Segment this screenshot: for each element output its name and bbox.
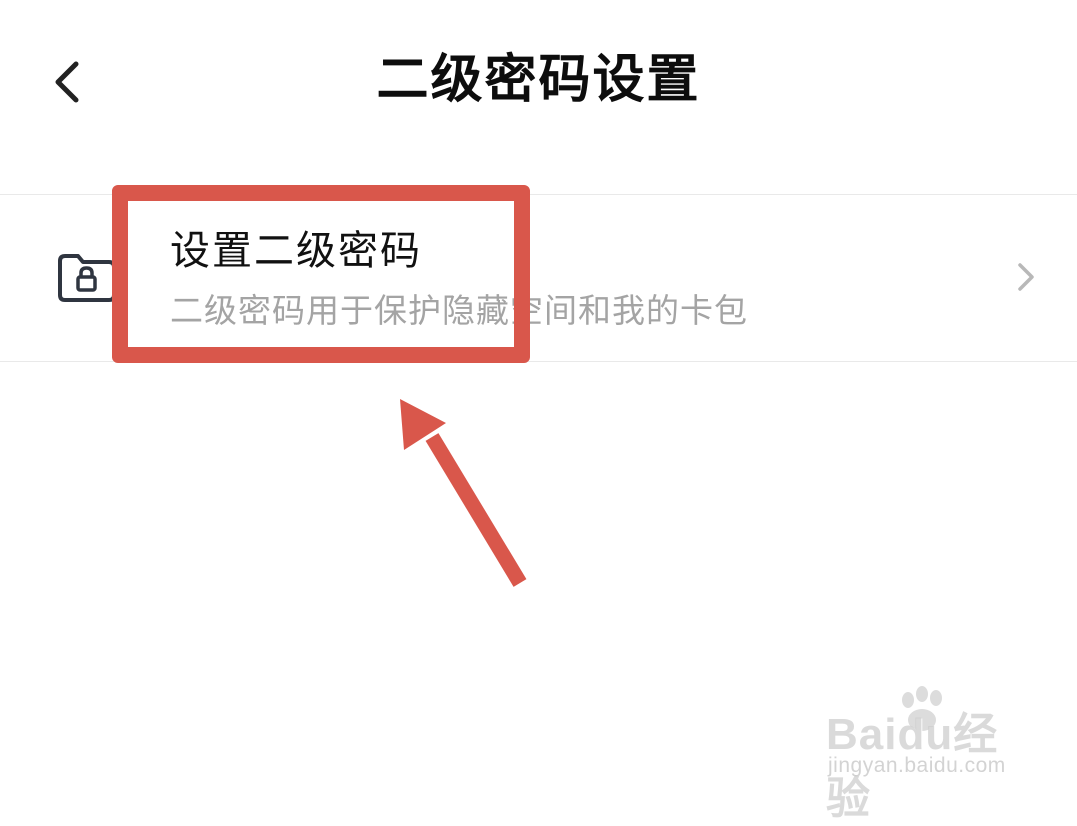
- divider-bottom: [0, 361, 1077, 362]
- watermark-url: jingyan.baidu.com: [828, 754, 1006, 777]
- set-secondary-password-item[interactable]: 设置二级密码 二级密码用于保护隐藏空间和我的卡包: [0, 195, 1077, 361]
- folder-lock-icon: [58, 254, 116, 302]
- chevron-right-icon: [1018, 263, 1034, 291]
- arrow-annotation-icon: [400, 399, 527, 587]
- paw-logo-icon: [902, 686, 942, 731]
- page-title: 二级密码设置: [376, 50, 701, 110]
- header-bar: 二级密码设置: [0, 0, 1077, 160]
- baidu-jingyan-watermark: Baidu经验 jingyan.baidu.com: [826, 686, 1036, 823]
- setting-title: 设置二级密码: [170, 228, 422, 274]
- setting-description: 二级密码用于保护隐藏空间和我的卡包: [170, 291, 748, 330]
